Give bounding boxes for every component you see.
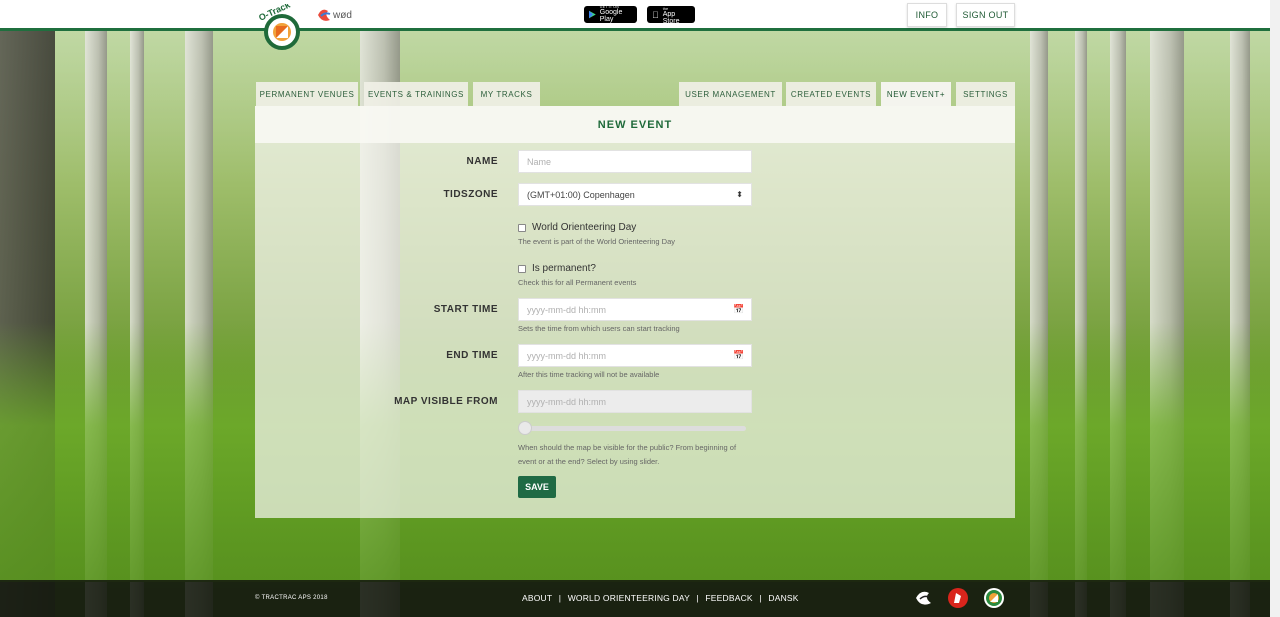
start-time-input[interactable]	[527, 304, 751, 315]
end-time-input[interactable]	[527, 350, 751, 361]
start-time-label: START TIME	[433, 304, 498, 315]
name-field[interactable]	[518, 150, 752, 173]
footer-link-dansk[interactable]: DANSK	[768, 593, 798, 603]
google-play-badge[interactable]: GET IT ON Google Play	[584, 5, 637, 24]
wod-checkbox-label: World Orienteering Day	[532, 222, 637, 233]
wod-checkbox-row[interactable]: World Orienteering Day	[518, 222, 636, 233]
timezone-value: (GMT+01:00) Copenhagen	[527, 189, 635, 200]
end-time-label: END TIME	[446, 350, 498, 361]
wod-logo[interactable]: wød	[316, 6, 362, 24]
start-time-field[interactable]	[518, 298, 752, 321]
map-visible-slider-track[interactable]	[518, 426, 746, 431]
app-store-badge[interactable]:  Download on the App Store	[647, 3, 695, 25]
timezone-label: TIDSZONE	[443, 189, 498, 200]
apple-icon: 	[652, 10, 659, 20]
map-visible-input	[527, 396, 751, 407]
permanent-checkbox-label: Is permanent?	[532, 263, 596, 274]
tab-user-management[interactable]: USER MANAGEMENT	[679, 82, 782, 106]
svg-text:wød: wød	[332, 10, 352, 21]
permanent-help-text: Check this for all Permanent events	[518, 278, 637, 287]
wod-checkbox[interactable]	[518, 223, 526, 232]
permanent-checkbox-row[interactable]: Is permanent?	[518, 263, 596, 274]
end-time-help: After this time tracking will not be ava…	[518, 370, 660, 379]
google-play-big: Google Play	[599, 9, 623, 24]
new-event-panel: NEW EVENT NAME TIDSZONE (GMT+01:00) Cope…	[255, 106, 1015, 518]
footer-links: ABOUT | WORLD ORIENTEERING DAY | FEEDBAC…	[522, 593, 799, 603]
footer-separator: |	[696, 593, 699, 603]
wod-footer-icon[interactable]	[913, 587, 935, 609]
map-visible-label: MAP VISIBLE FROM	[394, 396, 498, 407]
otrack-logo[interactable]: O-Track	[256, 4, 304, 50]
calendar-icon[interactable]: 📅	[733, 350, 744, 361]
map-visible-help-2: event or at the end? Select by using sli…	[518, 457, 660, 466]
sign-out-button[interactable]: SIGN OUT	[956, 3, 1015, 27]
map-visible-slider-handle[interactable]	[518, 421, 532, 435]
map-visible-help-1: When should the map be visible for the p…	[518, 443, 737, 452]
google-play-icon	[589, 10, 596, 19]
top-header: O-Track wød GET IT ON Google Play  Down…	[0, 0, 1270, 50]
app-store-small: Download on the	[656, 3, 686, 13]
footer-separator: |	[759, 593, 762, 603]
footer-link-about[interactable]: ABOUT	[522, 593, 552, 603]
name-input[interactable]	[527, 156, 751, 167]
timezone-select[interactable]: (GMT+01:00) Copenhagen ⬍	[518, 183, 752, 206]
end-time-field[interactable]	[518, 344, 752, 367]
copyright: © TRACTRAC APS 2018	[255, 595, 328, 601]
start-time-help: Sets the time from which users can start…	[518, 324, 680, 333]
tab-my-tracks[interactable]: MY TRACKS	[473, 82, 540, 106]
save-button[interactable]: SAVE	[518, 476, 556, 498]
info-button[interactable]: INFO	[907, 3, 947, 27]
wod-help-text: The event is part of the World Orienteer…	[518, 237, 676, 246]
footer-link-feedback[interactable]: FEEDBACK	[705, 593, 752, 603]
tab-settings[interactable]: SETTINGS	[956, 82, 1015, 106]
tab-permanent-venues[interactable]: PERMANENT VENUES	[256, 82, 358, 106]
tab-created-events[interactable]: CREATED EVENTS	[786, 82, 876, 106]
page-scrollbar[interactable]	[1270, 0, 1280, 617]
app-store-big: App Store	[656, 11, 688, 25]
select-arrows-icon: ⬍	[736, 190, 743, 199]
footer: © TRACTRAC APS 2018 ABOUT | WORLD ORIENT…	[0, 580, 1270, 617]
panel-title: NEW EVENT	[255, 106, 1015, 143]
map-visible-field	[518, 390, 752, 413]
permanent-checkbox[interactable]	[518, 264, 526, 273]
otrack-footer-icon[interactable]	[983, 587, 1005, 609]
federation-footer-icon[interactable]	[947, 587, 969, 609]
footer-link-wod[interactable]: WORLD ORIENTEERING DAY	[568, 593, 690, 603]
tab-events-trainings[interactable]: EVENTS & TRAININGS	[364, 82, 468, 106]
footer-separator: |	[558, 593, 562, 603]
tab-new-event[interactable]: NEW EVENT+	[881, 82, 951, 106]
calendar-icon[interactable]: 📅	[733, 304, 744, 315]
name-label: NAME	[466, 156, 498, 167]
